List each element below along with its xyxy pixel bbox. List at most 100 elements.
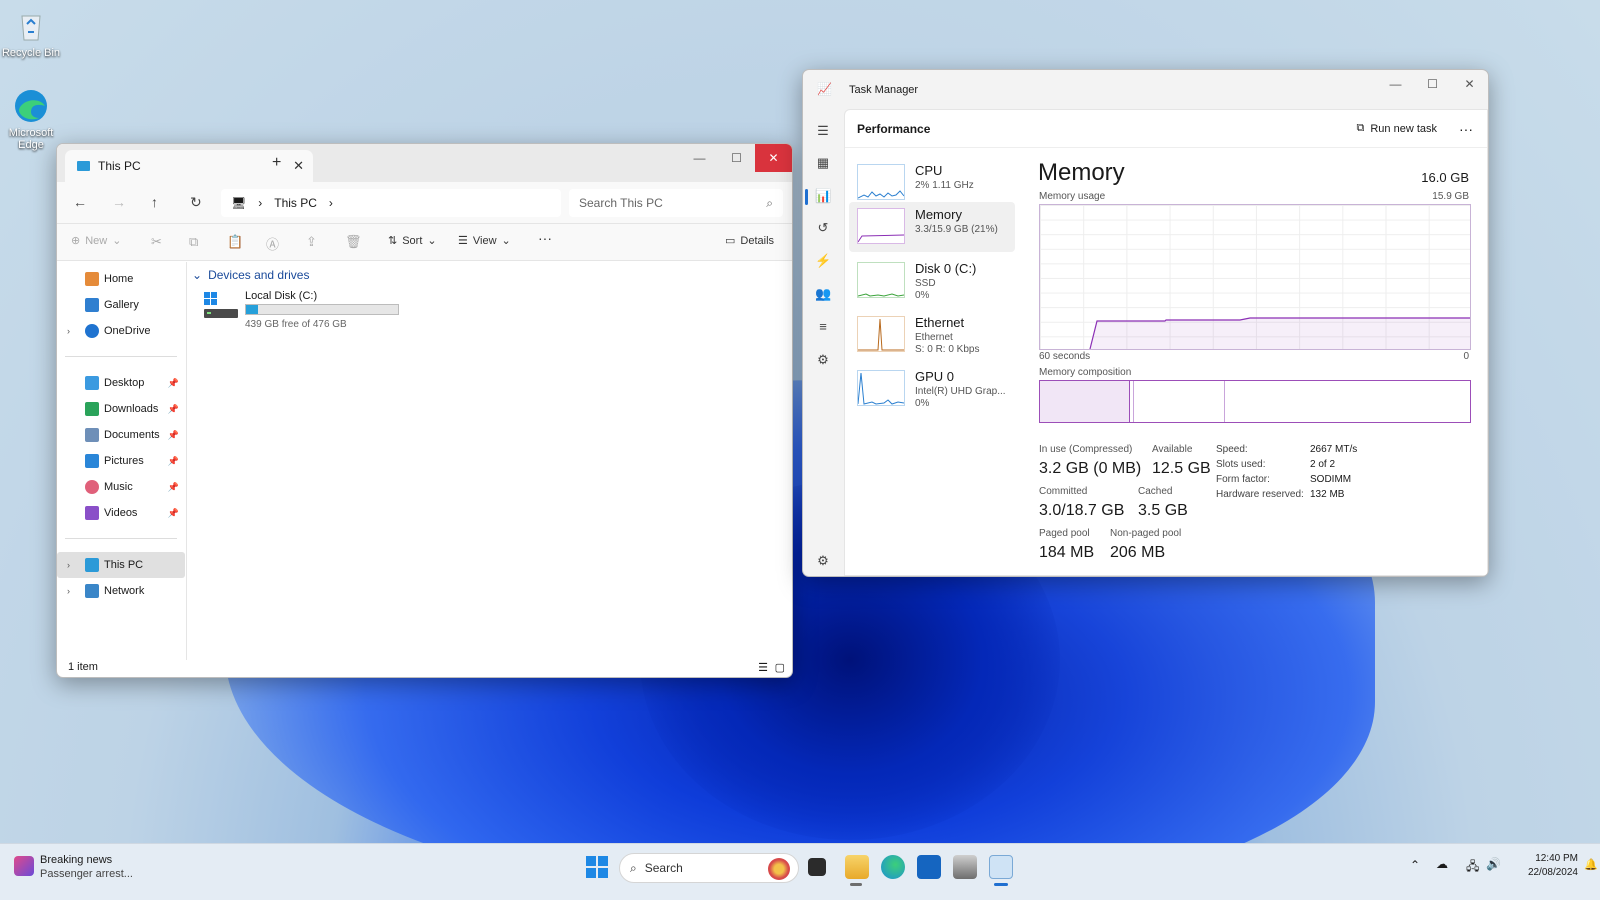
close-button[interactable]: ✕ (755, 144, 792, 172)
start-icon[interactable] (585, 855, 609, 879)
file-explorer-icon[interactable] (845, 855, 869, 879)
back-icon[interactable]: ← (73, 194, 87, 210)
resource-name: Disk 0 (C:) (915, 261, 977, 276)
desktop-icon-recycle-bin[interactable]: Recycle Bin (1, 8, 61, 59)
task-manager-icon[interactable] (989, 855, 1013, 879)
close-button[interactable]: ✕ (1451, 70, 1488, 98)
users-icon[interactable]: 👥 (815, 286, 831, 302)
details-button[interactable]: ▭ Details (725, 234, 774, 248)
sidebar-item-gallery[interactable]: Gallery (57, 292, 185, 318)
app-icon[interactable] (953, 855, 977, 879)
startup-apps-icon[interactable]: ⚡ (815, 253, 831, 269)
sidebar-item-network[interactable]: › Network (57, 578, 185, 604)
close-tab-icon[interactable]: ✕ (293, 158, 304, 174)
more-options-icon[interactable]: ··· (1459, 121, 1473, 137)
new-tab-button[interactable]: + (272, 154, 281, 172)
view-button[interactable]: ☰ View ⌄ (458, 234, 511, 248)
details-icon[interactable]: ≡ (815, 319, 831, 335)
sidebar-item-desktop[interactable]: Desktop 📌 (57, 370, 185, 396)
hamburger-menu-icon[interactable]: ☰ (815, 123, 831, 139)
sidebar-item-onedrive[interactable]: › OneDrive (57, 318, 185, 344)
services-icon[interactable]: ⚙ (815, 352, 831, 368)
resource-cpu[interactable]: CPU 2% 1.11 GHz (849, 158, 1015, 208)
window-controls: — ☐ ✕ (681, 144, 792, 172)
sidebar-item-label: Network (104, 585, 145, 597)
resource-gpu[interactable]: GPU 0 Intel(R) UHD Grap... 0% (849, 364, 1015, 414)
up-icon[interactable]: ↑ (151, 194, 158, 210)
memory-heading: Memory (1038, 159, 1125, 186)
store-icon[interactable] (917, 855, 941, 879)
tiles-view-icon[interactable]: ▢ (775, 661, 785, 674)
chevron-up-icon[interactable]: ⌃ (1410, 858, 1420, 872)
rename-icon[interactable]: Ⓐ (266, 234, 279, 253)
taskbar-search[interactable]: ⌕ Search (619, 853, 799, 883)
memory-usage-graph (1039, 204, 1471, 350)
news-subtitle: Passenger arrest... (40, 868, 133, 880)
resource-memory[interactable]: Memory 3.3/15.9 GB (21%) (849, 202, 1015, 252)
news-title: Breaking news (40, 854, 113, 866)
drive-usage-bar (245, 304, 399, 315)
available-label: Available (1152, 444, 1193, 455)
new-button[interactable]: ⊕ New ⌄ (71, 234, 121, 248)
maximize-button[interactable]: ☐ (1414, 70, 1451, 98)
run-new-task-button[interactable]: ⧉ Run new task (1356, 122, 1437, 135)
desktop-icon-edge[interactable]: Microsoft Edge (1, 88, 61, 151)
cpu-sparkline (857, 164, 905, 200)
minimize-button[interactable]: — (1377, 70, 1414, 98)
cut-icon[interactable]: ✂ (151, 234, 162, 250)
view-label: View (472, 234, 497, 247)
resource-detail: SSD (915, 278, 936, 289)
details-view-icon[interactable]: ☰ (758, 661, 768, 674)
cached-label: Cached (1138, 486, 1173, 497)
resource-disk[interactable]: Disk 0 (C:) SSD 0% (849, 256, 1015, 306)
resource-detail: Intel(R) UHD Grap... (915, 386, 1006, 397)
sidebar-item-label: Home (104, 273, 134, 285)
app-history-icon[interactable]: ↺ (815, 220, 831, 236)
clock[interactable]: 12:40 PM 22/08/2024 (1508, 853, 1578, 878)
pin-icon: 📌 (167, 507, 179, 518)
page-title: Performance (857, 121, 931, 136)
sidebar-item-pictures[interactable]: Pictures 📌 (57, 448, 185, 474)
minimize-button[interactable]: — (681, 144, 718, 172)
speed-value: 2667 MT/s (1310, 444, 1358, 455)
drive-item-c[interactable]: Local Disk (C:) 439 GB free of 476 GB (204, 290, 404, 334)
hardware-reserved-label: Hardware reserved: (1216, 489, 1304, 500)
more-options-icon[interactable]: ··· (538, 230, 552, 246)
sidebar-item-home[interactable]: Home (57, 266, 185, 292)
window-title: Task Manager (849, 83, 919, 96)
sidebar-item-music[interactable]: Music 📌 (57, 474, 185, 500)
delete-icon[interactable]: 🗑 (345, 234, 362, 250)
maximize-button[interactable]: ☐ (718, 144, 755, 172)
refresh-icon[interactable]: ↻ (190, 194, 202, 211)
onedrive-icon[interactable]: ☁ (1436, 857, 1448, 871)
edge-icon[interactable] (881, 855, 905, 879)
sidebar-item-label: Documents (104, 429, 160, 441)
network-icon[interactable]: 🖧 (1466, 857, 1479, 878)
in-use-value: 3.2 GB (0 MB) (1039, 460, 1142, 477)
sort-button[interactable]: ⇅ Sort ⌄ (388, 234, 437, 248)
news-widget[interactable]: Breaking news Passenger arrest... (14, 852, 154, 892)
performance-icon[interactable]: 📊 (815, 188, 831, 204)
search-input[interactable]: Search This PC ⌕ (569, 189, 783, 217)
sidebar-item-videos[interactable]: Videos 📌 (57, 500, 185, 526)
processes-icon[interactable]: ▦ (815, 155, 831, 171)
sidebar-item-documents[interactable]: Documents 📌 (57, 422, 185, 448)
notification-icon[interactable]: 🔔 (1584, 858, 1598, 871)
task-view-icon[interactable] (808, 858, 826, 876)
title-bar: 📈 Task Manager — ☐ ✕ (803, 70, 1488, 109)
sidebar-item-downloads[interactable]: Downloads 📌 (57, 396, 185, 422)
group-header[interactable]: ⌄ Devices and drives (192, 268, 309, 282)
forward-icon[interactable]: → (112, 194, 126, 210)
settings-icon[interactable]: ⚙ (815, 553, 831, 569)
sidebar-item-this-pc[interactable]: › This PC (57, 552, 185, 578)
gallery-icon (85, 298, 99, 312)
copy-icon[interactable]: ⧉ (189, 234, 198, 250)
share-icon[interactable]: ⇪ (306, 234, 317, 250)
paste-icon[interactable]: 📋 (227, 234, 243, 250)
resource-ethernet[interactable]: Ethernet Ethernet S: 0 R: 0 Kbps (849, 310, 1015, 360)
address-box[interactable]: 🖥 › This PC › (221, 189, 561, 217)
volume-icon[interactable]: 🔊 (1486, 857, 1501, 871)
breadcrumb-this-pc[interactable]: This PC (274, 196, 317, 210)
chevron-right-icon: › (258, 196, 263, 210)
resource-name: CPU (915, 163, 943, 178)
